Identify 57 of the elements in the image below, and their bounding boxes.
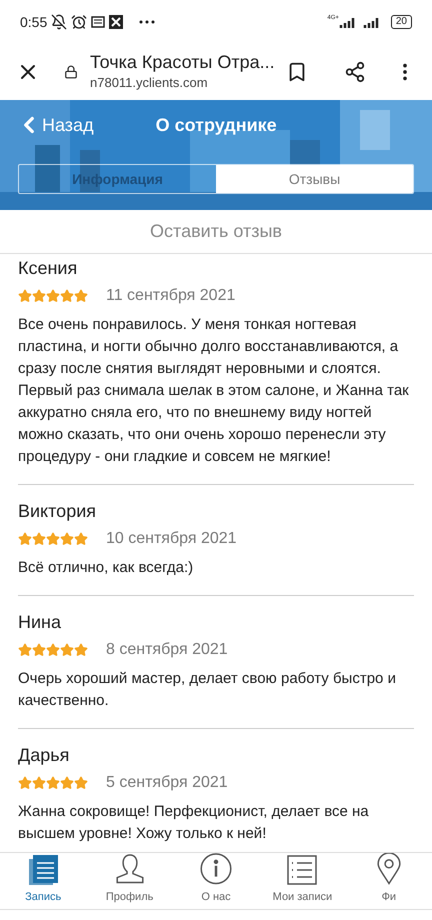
nav-tab[interactable]: О нас [172,853,260,909]
review-text: Всё отлично, как всегда:) [18,558,194,578]
star-icon [18,643,32,657]
page-url: n78011.yclients.com [90,74,209,92]
notebook-icon [28,854,58,884]
star-icon [74,643,88,657]
nav-tab[interactable]: Мои записи [259,853,346,909]
review-text: Очерь хороший мастер, делает свою работу быстро и качественно. [18,669,397,711]
star-icon [60,643,74,657]
review-date: 8 сентября 2021 [106,640,228,660]
review-text: Жанна сокровище! Перфекционист, делает все на высшем уровне! Хожу только к ней! [18,802,370,844]
star-icon [46,776,60,790]
star-icon [18,776,32,790]
screen-title: О сотруднике [156,114,277,137]
more-icon [139,20,156,24]
review-date: 10 сентября 2021 [106,529,237,549]
leave-review-button[interactable]: Оставить отзыв [0,210,432,254]
reviewer-name: Дарья [18,744,70,767]
person-icon [114,853,146,884]
info-icon [200,853,232,884]
app-icon [109,15,124,29]
star-icon [32,776,46,790]
bell-off-icon [51,14,68,30]
star-icon [18,289,32,303]
star-icon [60,532,74,546]
nav-tab[interactable]: Профиль [86,853,173,909]
star-icon [60,289,74,303]
star-icon [46,643,60,657]
reviewer-name: Ксения [18,257,78,280]
page-title: Точка Красоты Отра... [90,51,274,74]
star-icon [74,289,88,303]
review-text: Все очень понравилось. У меня тонкая ногтевая пластина, и ногти обычно долго восстанавливаются, а сразу после снятия выглядят неровными и слоятся. Первый раз снимала шелак в этом салоне, и Жанна так аккуратно сняла его, что по внешнему виду ногтей можно сказать, что они очень хорошо перенесли эту процедуру - они гладкие и совсем не мягкие! [18,315,410,467]
star-icon [46,532,60,546]
star-icon [18,532,32,546]
status-time: 0:55 [20,12,48,32]
list-icon [287,854,318,884]
battery-level: 20 [390,15,412,29]
star-icon [32,289,46,303]
reviewer-name: Нина [18,611,62,634]
star-icon [74,532,88,546]
lock-icon [64,65,78,79]
review-date: 11 сентября 2021 [106,286,236,306]
notification-icon [91,16,106,28]
nav-tab[interactable]: Запись [0,853,86,909]
star-icon [46,289,60,303]
nav-tab[interactable]: Фи [346,853,432,909]
star-icon [32,643,46,657]
reviewer-name: Виктория [18,500,98,523]
back-button[interactable]: Назад [16,112,94,138]
share-icon[interactable] [344,61,366,83]
star-icon [60,776,74,790]
review-date: 5 сентября 2021 [106,773,228,793]
location-pin-icon [376,853,401,884]
star-icon [74,776,88,790]
segment-tab[interactable]: Отзывы [216,165,413,193]
star-icon [32,532,46,546]
alarm-icon [71,14,88,30]
